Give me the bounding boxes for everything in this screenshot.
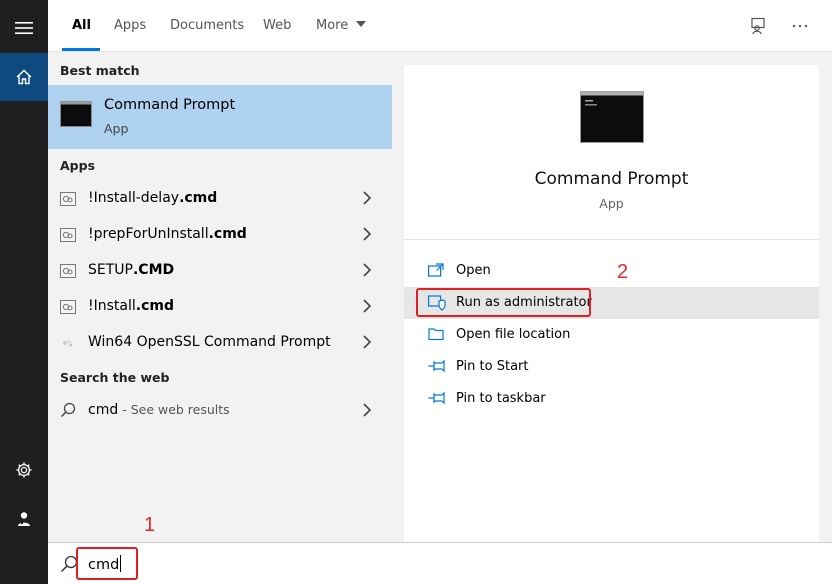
app-result-name: !Install	[88, 298, 136, 314]
pin-to-taskbar-label: Pin to taskbar	[456, 391, 546, 406]
web-result-query: cmd	[88, 402, 119, 418]
open-action-label: Open	[456, 263, 491, 278]
command-prompt-icon	[60, 101, 92, 127]
tab-more[interactable]: More	[316, 18, 367, 33]
cmd-file-icon	[60, 300, 76, 314]
filter-tab-bar: All Apps Documents Web More	[48, 0, 832, 52]
tab-web[interactable]: Web	[263, 18, 291, 33]
search-results-panel: Best match Command Prompt App Apps !Inst…	[48, 53, 392, 542]
apps-header: Apps	[60, 158, 96, 173]
chevron-right-icon[interactable]	[362, 403, 372, 417]
feedback-icon	[751, 17, 765, 35]
tab-documents[interactable]: Documents	[170, 18, 244, 33]
best-match-item[interactable]: Command Prompt App	[48, 85, 392, 149]
app-result-item[interactable]: Win64 OpenSSL Command Prompt	[48, 325, 392, 361]
cmd-file-icon	[60, 192, 76, 206]
chevron-right-icon[interactable]	[362, 227, 372, 241]
home-icon	[16, 69, 32, 85]
app-result-item[interactable]: !Install.cmd	[48, 289, 392, 325]
app-result-item[interactable]: SETUP.CMD	[48, 253, 392, 289]
annotation-number-2: 2	[617, 261, 629, 283]
pin-icon	[428, 391, 445, 405]
app-result-name: !prepForUnInstall	[88, 226, 209, 242]
hamburger-icon	[15, 22, 33, 34]
annotation-number-1: 1	[144, 514, 156, 536]
active-tab-indicator	[62, 48, 100, 51]
annotation-box-run-as-admin	[416, 288, 591, 317]
chevron-right-icon[interactable]	[362, 191, 372, 205]
pin-icon	[428, 359, 445, 373]
caret-down-icon	[356, 21, 367, 27]
left-rail	[0, 0, 48, 584]
chevron-right-icon[interactable]	[362, 335, 372, 349]
more-options-button[interactable]	[790, 16, 810, 36]
gear-icon	[16, 462, 32, 478]
open-window-icon	[428, 263, 444, 277]
app-result-item[interactable]: !prepForUnInstall.cmd	[48, 217, 392, 253]
detail-title: Command Prompt	[534, 169, 689, 189]
pin-to-start-action[interactable]: Pin to Start	[404, 351, 819, 383]
user-icon	[18, 512, 30, 526]
pin-to-start-label: Pin to Start	[456, 359, 529, 374]
command-prompt-large-icon	[580, 91, 644, 143]
feedback-button[interactable]	[748, 16, 768, 36]
app-result-name: SETUP	[88, 262, 133, 278]
app-result-extension: .CMD	[132, 262, 175, 278]
file-location-icon	[428, 328, 444, 341]
home-button[interactable]	[0, 53, 48, 101]
tab-apps[interactable]: Apps	[114, 18, 146, 33]
open-action[interactable]: Open	[404, 255, 819, 287]
search-web-header: Search the web	[60, 370, 170, 385]
openssl-app-icon	[63, 340, 73, 347]
app-result-name: !Install-delay	[88, 190, 180, 206]
app-result-extension: .cmd	[135, 298, 174, 314]
web-result-hint: - See web results	[118, 402, 230, 417]
annotation-box-search-input	[76, 547, 138, 580]
open-file-location-action[interactable]: Open file location	[404, 319, 819, 351]
best-match-title: Command Prompt	[104, 97, 236, 113]
cmd-file-icon	[60, 264, 76, 278]
hamburger-menu-button[interactable]	[0, 4, 48, 52]
tab-more-label: More	[316, 18, 349, 33]
divider	[404, 239, 819, 240]
app-result-extension: .cmd	[208, 226, 247, 242]
app-result-item[interactable]: !Install-delay.cmd	[48, 181, 392, 217]
app-result-extension: .cmd	[179, 190, 218, 206]
open-file-location-label: Open file location	[456, 327, 571, 342]
tab-all[interactable]: All	[72, 18, 91, 33]
detail-subtitle: App	[599, 196, 624, 211]
web-result-item[interactable]: cmd - See web results	[48, 393, 392, 429]
best-match-subtitle: App	[104, 121, 129, 136]
search-bar[interactable]: cmd	[48, 542, 832, 584]
user-button[interactable]	[0, 495, 48, 543]
cmd-file-icon	[60, 228, 76, 242]
best-match-header: Best match	[60, 63, 140, 78]
search-icon	[60, 402, 76, 418]
chevron-right-icon[interactable]	[362, 299, 372, 313]
chevron-right-icon[interactable]	[362, 263, 372, 277]
settings-button[interactable]	[0, 446, 48, 494]
app-result-name: Win64 OpenSSL Command Prompt	[88, 334, 331, 350]
ellipsis-icon	[792, 24, 808, 28]
pin-to-taskbar-action[interactable]: Pin to taskbar	[404, 383, 819, 415]
